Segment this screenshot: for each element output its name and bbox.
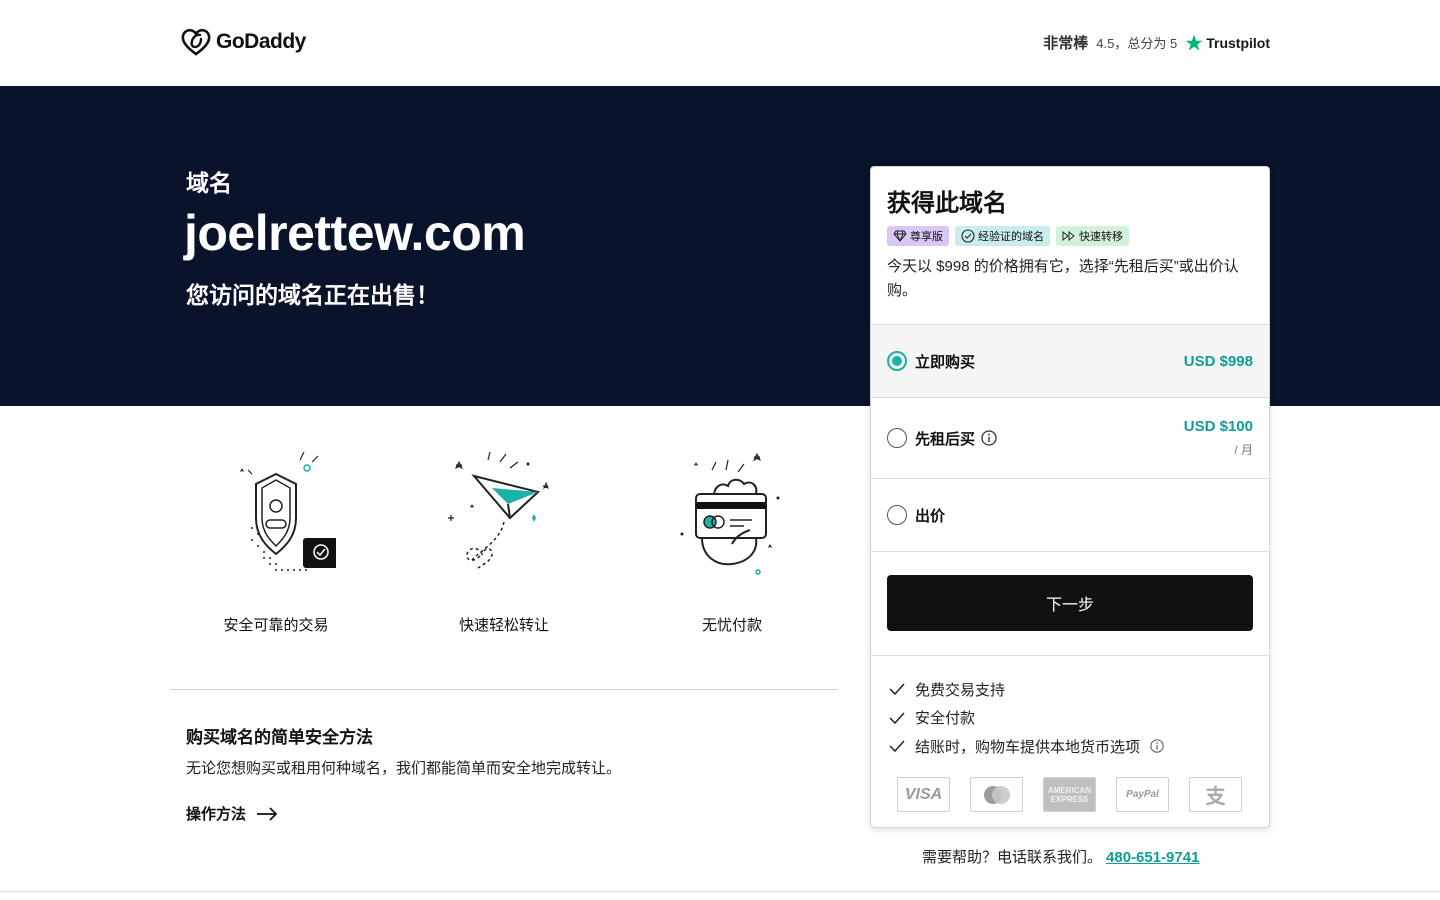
card-separator — [871, 655, 1269, 656]
domain-name: joelrettew.com — [184, 205, 526, 261]
premium-badge: 尊享版 — [887, 226, 949, 246]
benefits-list: 免费交易支持 安全付款 结账时，购物车提供本地货币选项 — [889, 675, 1164, 761]
top-header: GoDaddy 非常棒 4.5，总分为 5 Trustpilot — [0, 0, 1440, 86]
options-bottom-border — [871, 551, 1269, 552]
benefit-text: 安全付款 — [915, 710, 976, 728]
footer-divider — [0, 891, 1440, 892]
benefit-item: 结账时，购物车提供本地货币选项 — [889, 732, 1164, 761]
trustpilot-star-icon — [1185, 34, 1203, 50]
lease-per-month: / 月 — [1234, 443, 1253, 457]
offer-label: 出价 — [915, 507, 946, 525]
help-text: 需要帮助？电话联系我们。 — [922, 849, 1103, 866]
help-line: 需要帮助？电话联系我们。 480-651-9741 — [922, 846, 1199, 867]
fast-transfer-badge: 快速转移 — [1056, 226, 1129, 246]
check-circle-icon — [961, 229, 975, 243]
section-divider — [170, 689, 838, 690]
lease-price: USD $100 — [1183, 418, 1253, 435]
premium-badge-label: 尊享版 — [910, 231, 943, 243]
how-it-works-label: 操作方法 — [186, 806, 247, 823]
offer-radio[interactable] — [887, 505, 907, 525]
visa-text: VISA — [904, 785, 943, 803]
amex-icon: AMERICAN EXPRESS — [1043, 777, 1096, 812]
option-buy-now[interactable]: 立即购买 USD $998 — [871, 324, 1269, 397]
info-icon[interactable] — [1150, 739, 1164, 753]
purchase-card: 获得此域名 尊享版 经验证的域名 快速转移 今天以 $998 的价格拥有它，选择… — [870, 166, 1270, 828]
card-header: 获得此域名 尊享版 经验证的域名 快速转移 今天以 $998 的价格拥有它，选择… — [871, 167, 1269, 324]
alipay-text: 支 — [1205, 786, 1226, 808]
payment-methods: VISA AMERICAN EXPRESS PayPal 支 — [897, 777, 1242, 812]
how-title: 购买域名的简单安全方法 — [186, 728, 373, 747]
paypal-icon: PayPal — [1116, 777, 1169, 812]
shield-lock-icon — [240, 451, 336, 571]
info-icon[interactable] — [981, 430, 997, 446]
godaddy-heart-icon — [181, 28, 211, 56]
lease-radio[interactable] — [887, 428, 907, 448]
trustpilot-rating[interactable]: 非常棒 4.5，总分为 5 Trustpilot — [1043, 32, 1270, 53]
lease-price-block: USD $100 / 月 — [1184, 418, 1253, 458]
check-icon — [889, 740, 905, 753]
fast-forward-icon — [1062, 230, 1075, 242]
mastercard-icon — [970, 777, 1023, 812]
check-icon — [889, 712, 905, 724]
benefit-item: 免费交易支持 — [889, 675, 1164, 704]
feature-secure-label: 安全可靠的交易 — [223, 617, 329, 634]
card-description: 今天以 $998 的价格拥有它，选择“先租后买”或出价认购。 — [887, 258, 1239, 299]
card-hand-icon — [680, 452, 780, 575]
visa-icon: VISA — [897, 777, 950, 812]
how-description: 无论您想购买或租用何种域名，我们都能简单而安全地完成转让。 — [186, 760, 622, 777]
feature-secure: 安全可靠的交易 — [176, 448, 376, 635]
feature-transfer-label: 快速轻松转让 — [458, 617, 549, 634]
mastercard-circles-icon — [983, 785, 1010, 804]
check-icon — [889, 683, 905, 696]
amex-line-2: EXPRESS — [1050, 794, 1089, 804]
fast-transfer-badge-label: 快速转移 — [1079, 231, 1123, 243]
feature-transfer: 快速轻松转让 — [404, 448, 604, 635]
rating-text: 4.5，总分为 5 — [1096, 36, 1178, 51]
lease-label-wrap: 先租后买 — [915, 428, 997, 449]
hero-kicker: 域名 — [186, 170, 232, 196]
verified-badge: 经验证的域名 — [955, 226, 1050, 246]
buy-now-label: 立即购买 — [915, 353, 976, 371]
feature-payment: 无忧付款 — [632, 448, 832, 635]
buy-now-radio[interactable] — [887, 351, 907, 371]
feature-payment-label: 无忧付款 — [701, 617, 762, 634]
logo-text: GoDaddy — [216, 30, 306, 53]
benefit-text: 免费交易支持 — [915, 681, 1006, 699]
paypal-text: PayPal — [1126, 789, 1159, 800]
verified-badge-label: 经验证的域名 — [978, 231, 1044, 243]
godaddy-logo[interactable]: GoDaddy — [180, 27, 306, 57]
paper-plane-icon — [448, 451, 549, 569]
next-button[interactable]: 下一步 — [887, 575, 1253, 631]
option-lease-to-own[interactable]: 先租后买 USD $100 / 月 — [871, 397, 1269, 478]
hero-subtitle: 您访问的域名正在出售！ — [186, 282, 439, 308]
help-phone-link[interactable]: 480-651-9741 — [1106, 849, 1199, 866]
amex-line-1: AMERICAN — [1047, 785, 1092, 795]
benefit-text: 结账时，购物车提供本地货币选项 — [915, 738, 1141, 756]
trustpilot-logo: Trustpilot — [1185, 34, 1270, 52]
buy-now-price-block: USD $998 — [1184, 353, 1253, 370]
trustpilot-text: Trustpilot — [1206, 34, 1270, 51]
how-it-works-link[interactable]: 操作方法 — [186, 803, 278, 824]
badge-row: 尊享版 经验证的域名 快速转移 — [887, 226, 1253, 246]
alipay-icon: 支 — [1189, 777, 1242, 812]
buy-now-price: USD $998 — [1183, 352, 1253, 370]
rating-word: 非常棒 — [1043, 35, 1089, 52]
diamond-icon — [893, 230, 907, 242]
lease-label: 先租后买 — [915, 430, 976, 448]
arrow-right-icon — [257, 806, 278, 821]
card-title: 获得此域名 — [887, 190, 1007, 217]
benefit-item: 安全付款 — [889, 704, 1164, 733]
option-make-offer[interactable]: 出价 — [871, 478, 1269, 551]
